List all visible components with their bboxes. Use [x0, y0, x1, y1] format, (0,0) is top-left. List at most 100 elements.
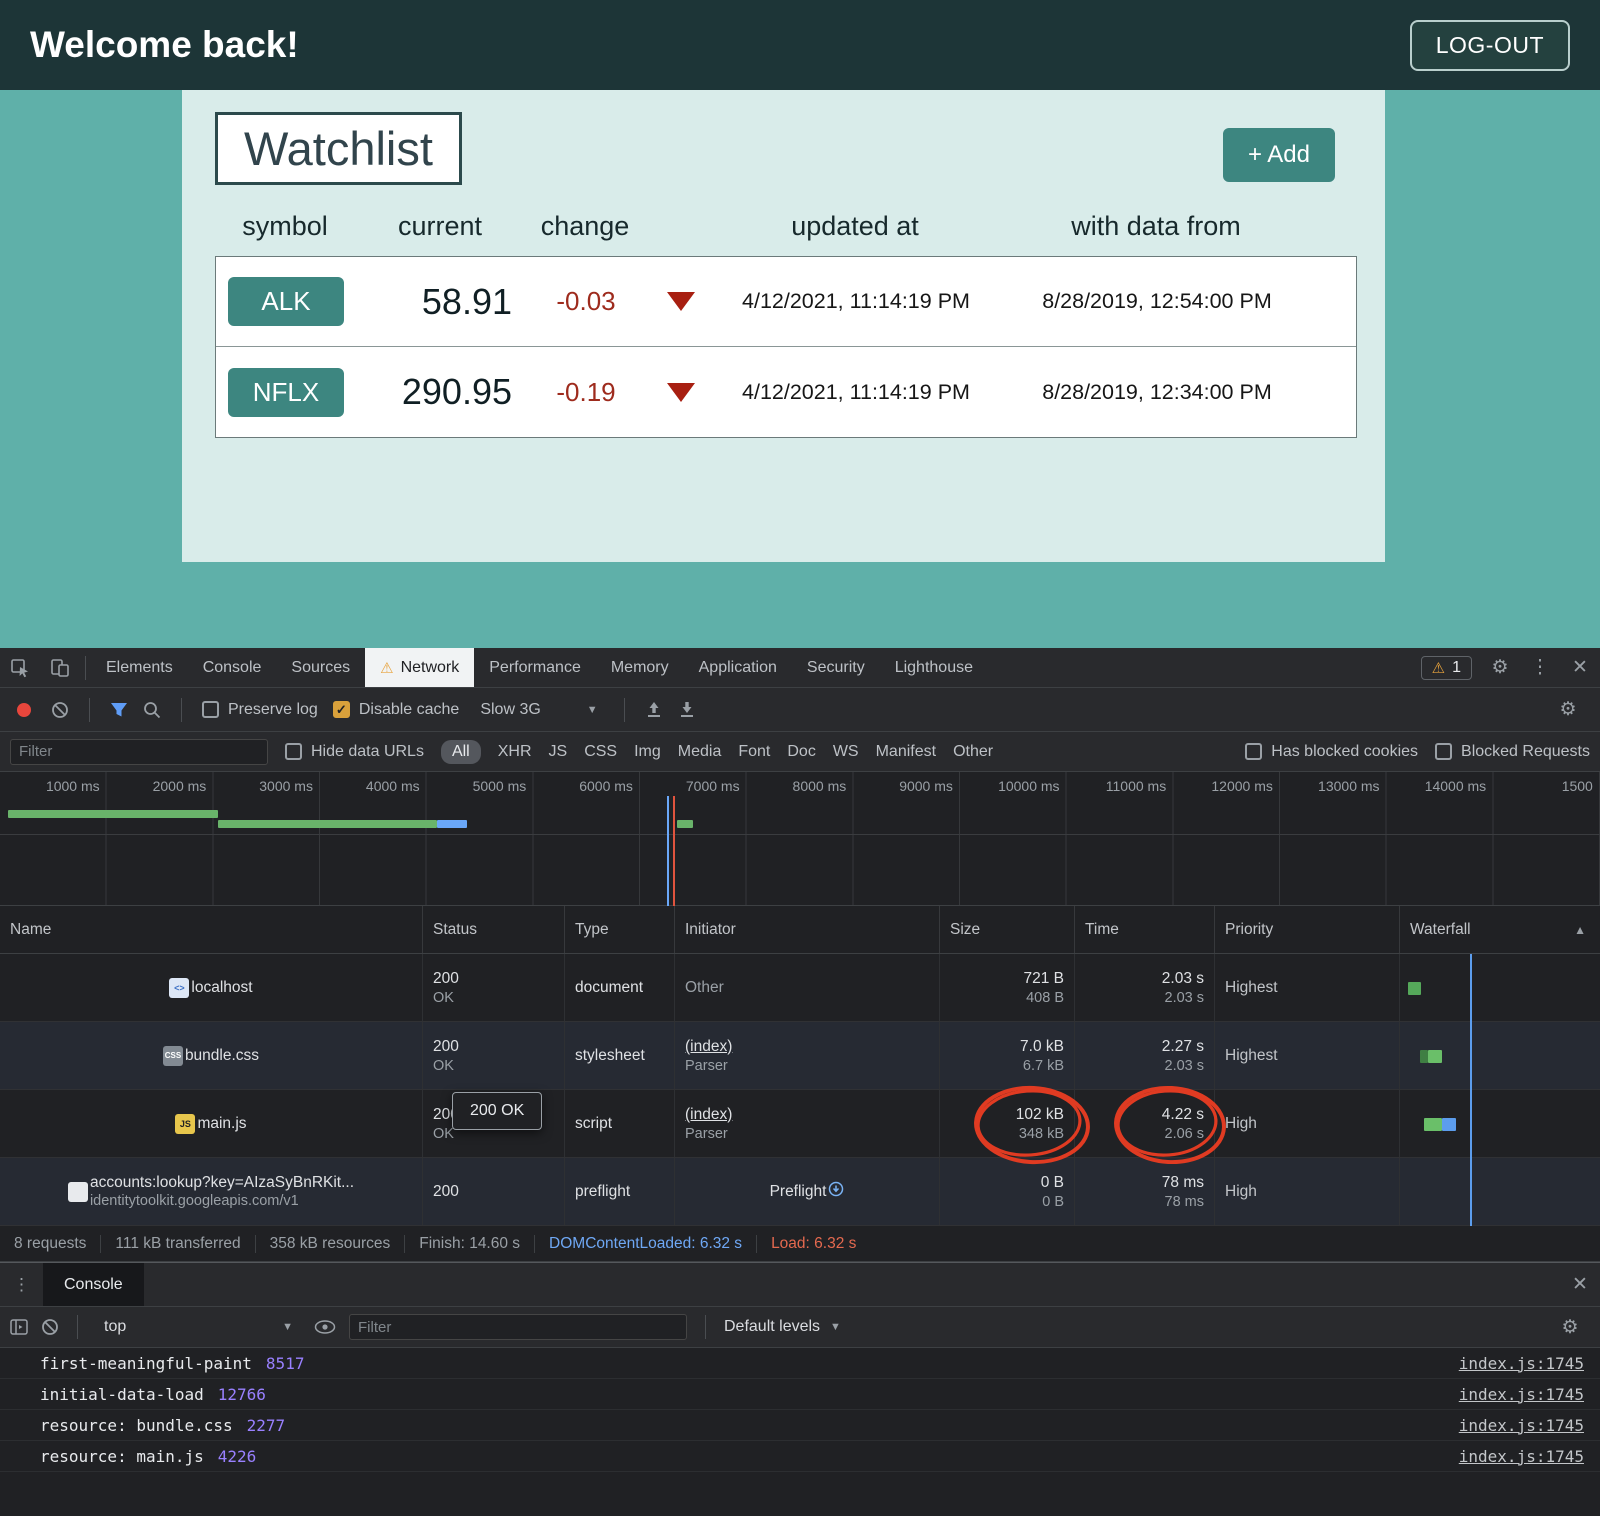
- execution-context-dropdown[interactable]: top ▼: [96, 1318, 301, 1336]
- symbol-badge: NFLX: [228, 368, 344, 417]
- header-name[interactable]: Name: [0, 906, 423, 953]
- time-total: 4.22 s: [1162, 1106, 1204, 1124]
- header-waterfall-label: Waterfall: [1410, 921, 1471, 939]
- drawer-kebab-menu-icon[interactable]: ⋮: [0, 1275, 43, 1295]
- preserve-log-checkbox[interactable]: Preserve log: [202, 701, 318, 719]
- filter-type-css[interactable]: CSS: [584, 743, 617, 761]
- device-toolbar-icon[interactable]: [40, 659, 80, 677]
- request-row-bundle-css[interactable]: bundle.css 200OK stylesheet (index)Parse…: [0, 1022, 1600, 1090]
- network-filter-input[interactable]: [10, 739, 268, 765]
- console-settings-gear-icon[interactable]: ⚙: [1550, 1316, 1590, 1339]
- export-har-icon[interactable]: [678, 701, 696, 719]
- request-row-accounts-lookup[interactable]: accounts:lookup?key=AIzaSyBnRKit...ident…: [0, 1158, 1600, 1226]
- request-name: bundle.css: [185, 1047, 259, 1064]
- log-source-link[interactable]: index.js:1745: [1459, 1354, 1584, 1373]
- has-blocked-cookies-checkbox[interactable]: Has blocked cookies: [1245, 743, 1418, 761]
- close-devtools-icon[interactable]: ✕: [1560, 656, 1600, 679]
- hide-data-urls-checkbox[interactable]: Hide data URLs: [285, 743, 424, 761]
- close-drawer-icon[interactable]: ✕: [1560, 1273, 1600, 1296]
- settings-gear-icon[interactable]: ⚙: [1480, 656, 1520, 679]
- filter-type-all-pill[interactable]: All: [441, 740, 481, 764]
- header-waterfall[interactable]: Waterfall ▲: [1400, 906, 1600, 953]
- log-message: initial-data-load: [40, 1385, 204, 1404]
- log-source-link[interactable]: index.js:1745: [1459, 1416, 1584, 1435]
- watchlist-column-headers: symbol current change updated at with da…: [215, 211, 1357, 242]
- preflight-icon[interactable]: [828, 1181, 844, 1202]
- filter-type-other[interactable]: Other: [953, 743, 993, 761]
- tab-console[interactable]: Console: [188, 648, 277, 687]
- priority: Highest: [1225, 1047, 1389, 1065]
- initiator-link[interactable]: (index): [685, 1106, 732, 1124]
- filter-type-img[interactable]: Img: [634, 743, 661, 761]
- tab-memory[interactable]: Memory: [596, 648, 684, 687]
- priority: Highest: [1225, 979, 1389, 997]
- tab-sources[interactable]: Sources: [276, 648, 365, 687]
- initiator-link[interactable]: (index): [685, 1038, 732, 1056]
- tab-performance[interactable]: Performance: [474, 648, 596, 687]
- css-file-icon: [163, 1046, 183, 1066]
- request-row-localhost[interactable]: localhost 200OK document Other 721 B408 …: [0, 954, 1600, 1022]
- header-size[interactable]: Size: [940, 906, 1075, 953]
- filter-funnel-icon[interactable]: [110, 702, 128, 718]
- request-row-main-js[interactable]: main.js 200OK script (index)Parser 102 k…: [0, 1090, 1600, 1158]
- issues-counter[interactable]: ⚠ 1: [1421, 656, 1472, 680]
- header-priority[interactable]: Priority: [1215, 906, 1400, 953]
- kebab-menu-icon[interactable]: ⋮: [1520, 656, 1560, 679]
- tab-lighthouse[interactable]: Lighthouse: [880, 648, 988, 687]
- search-icon[interactable]: [143, 701, 161, 719]
- log-number: 2277: [247, 1416, 286, 1435]
- disable-cache-checkbox[interactable]: ✓ Disable cache: [333, 701, 460, 719]
- status-text: OK: [433, 990, 554, 1006]
- inspect-element-icon[interactable]: [0, 658, 40, 678]
- finish-time: Finish: 14.60 s: [405, 1235, 535, 1253]
- log-message: first-meaningful-paint: [40, 1354, 252, 1373]
- clear-console-icon[interactable]: [41, 1318, 59, 1336]
- load-time: Load: 6.32 s: [757, 1235, 870, 1253]
- filter-type-doc[interactable]: Doc: [787, 743, 815, 761]
- drawer-tab-console[interactable]: Console: [43, 1263, 144, 1306]
- load-marker-line: [673, 796, 675, 906]
- header-type[interactable]: Type: [565, 906, 675, 953]
- console-sidebar-icon[interactable]: [10, 1319, 28, 1335]
- disable-cache-label: Disable cache: [359, 701, 460, 719]
- header-status[interactable]: Status: [423, 906, 565, 953]
- record-button[interactable]: [17, 703, 31, 717]
- tab-application[interactable]: Application: [684, 648, 792, 687]
- throttling-dropdown[interactable]: Slow 3G ▼: [474, 701, 603, 719]
- tab-network[interactable]: ⚠ Network: [365, 648, 474, 687]
- header-time[interactable]: Time: [1075, 906, 1215, 953]
- clear-icon[interactable]: [51, 701, 69, 719]
- tab-elements[interactable]: Elements: [91, 648, 188, 687]
- request-name: accounts:lookup?key=AIzaSyBnRKit...: [90, 1174, 354, 1191]
- logout-button[interactable]: LOG-OUT: [1410, 20, 1570, 71]
- filter-type-font[interactable]: Font: [738, 743, 770, 761]
- filter-type-ws[interactable]: WS: [833, 743, 859, 761]
- eye-icon[interactable]: [314, 1320, 336, 1334]
- warning-icon: ⚠: [380, 659, 393, 677]
- tab-security[interactable]: Security: [792, 648, 880, 687]
- initiator-detail: Parser: [685, 1058, 929, 1074]
- filter-type-media[interactable]: Media: [678, 743, 722, 761]
- watchlist-row: NFLX 290.95 -0.19 4/12/2021, 11:14:19 PM…: [216, 347, 1356, 437]
- header-initiator[interactable]: Initiator: [675, 906, 940, 953]
- filter-type-manifest[interactable]: Manifest: [876, 743, 936, 761]
- filter-type-js[interactable]: JS: [549, 743, 568, 761]
- log-number: 12766: [218, 1385, 266, 1404]
- time-total: 2.27 s: [1162, 1038, 1204, 1056]
- dom-content-loaded-time: DOMContentLoaded: 6.32 s: [535, 1235, 757, 1253]
- add-button[interactable]: + Add: [1223, 128, 1335, 182]
- filter-type-xhr[interactable]: XHR: [498, 743, 532, 761]
- network-settings-gear-icon[interactable]: ⚙: [1548, 698, 1588, 721]
- log-source-link[interactable]: index.js:1745: [1459, 1385, 1584, 1404]
- import-har-icon[interactable]: [645, 701, 663, 719]
- console-log-list: first-meaningful-paint 8517 index.js:174…: [0, 1348, 1600, 1472]
- timeline-overview[interactable]: [0, 800, 1600, 906]
- log-levels-dropdown[interactable]: Default levels ▼: [724, 1318, 841, 1336]
- waterfall-dcl-line: [1470, 954, 1472, 1226]
- down-triangle-icon: [667, 292, 695, 311]
- log-source-link[interactable]: index.js:1745: [1459, 1447, 1584, 1466]
- console-filter-input[interactable]: [349, 1314, 687, 1340]
- col-change: change: [525, 211, 645, 242]
- status-tooltip: 200 OK: [452, 1092, 542, 1130]
- blocked-requests-checkbox[interactable]: Blocked Requests: [1435, 743, 1590, 761]
